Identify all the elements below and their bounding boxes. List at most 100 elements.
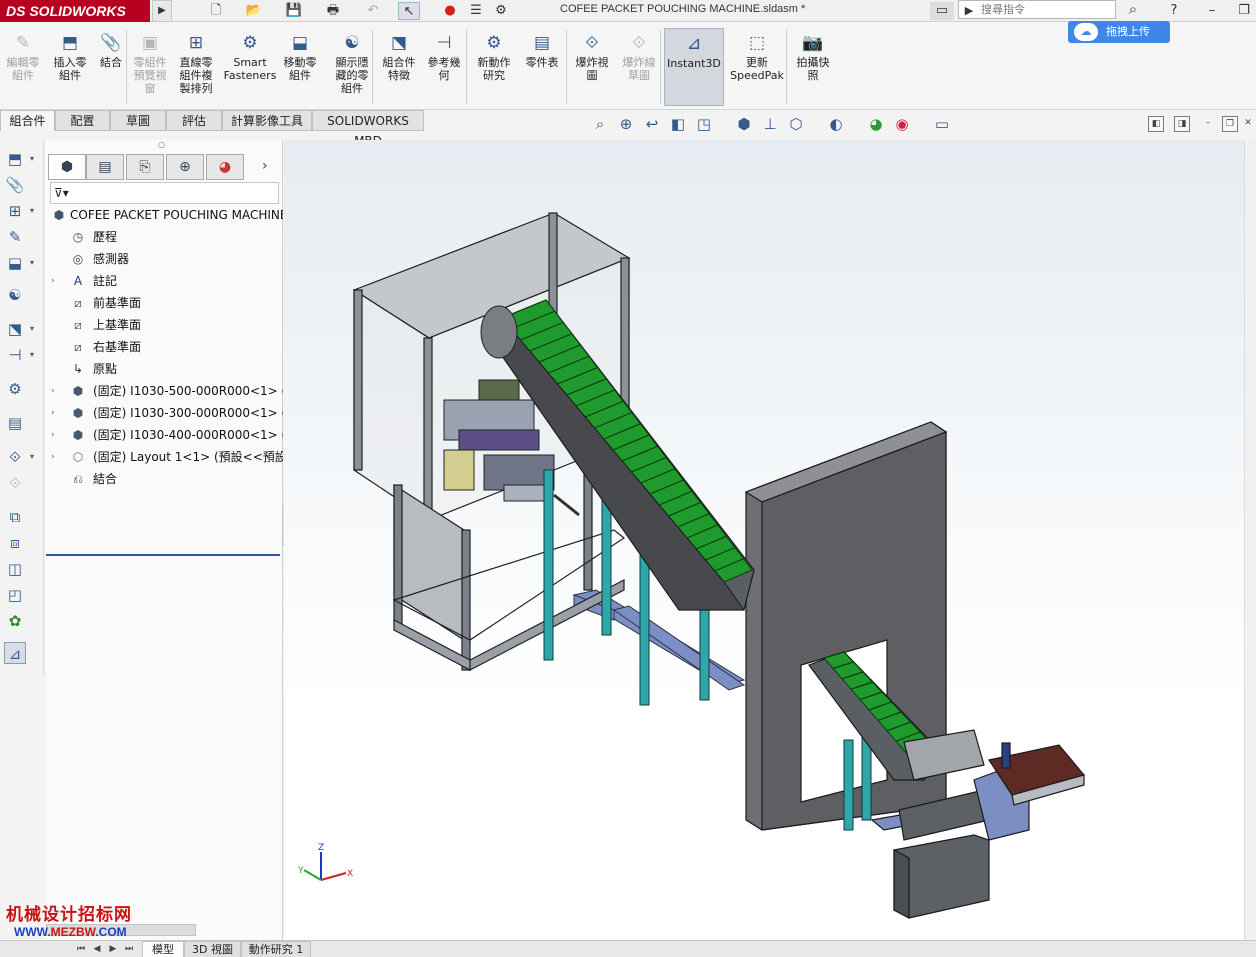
ribbon-button-4[interactable]: ⊞ 直線零 組件複 製排列 [172, 32, 220, 95]
measure-icon[interactable]: ◰ [4, 584, 26, 606]
first-tab-icon[interactable]: ⏮ [74, 942, 88, 956]
new-document-icon[interactable]: 🗋 [205, 2, 227, 20]
command-tab-1[interactable]: 配置 [55, 110, 110, 131]
edit-appearance-icon[interactable]: ◐ [826, 114, 846, 134]
expand-arrow-icon[interactable]: › [51, 446, 61, 468]
help-icon[interactable]: ? [1166, 2, 1182, 20]
ribbon-button-15[interactable]: ⬚ 更新 SpeedPak [728, 32, 786, 82]
bottom-tab-2[interactable]: 動作研究 1 [241, 941, 311, 957]
zoom-to-area-icon[interactable]: ⊕ [616, 114, 636, 134]
expand-arrow-icon[interactable]: › [51, 380, 61, 402]
dimxpert-tab-icon[interactable]: ⊕ [166, 154, 204, 180]
prev-tab-icon[interactable]: ◀ [90, 942, 104, 956]
reference-geometry-icon[interactable]: ⊣ [4, 344, 26, 366]
ribbon-button-2[interactable]: 📎 結合 [95, 32, 127, 69]
tile-right-icon[interactable]: ◨ [1174, 116, 1190, 132]
rebuild-icon[interactable]: ● [441, 2, 459, 20]
display-style-icon[interactable]: ⊥ [760, 114, 780, 134]
next-tab-icon[interactable]: ▶ [106, 942, 120, 956]
search-commands-input[interactable]: 搜尋指令 [958, 0, 1116, 19]
view-settings-icon[interactable]: ◉ [892, 114, 912, 134]
minimize-icon[interactable]: – [1204, 2, 1220, 20]
tree-node[interactable]: ⧄ 前基準面 [46, 292, 283, 314]
exploded-view-icon[interactable]: ⟐ [4, 446, 26, 468]
solidworks-logo[interactable]: DS SOLIDWORKS [0, 0, 150, 22]
tree-node[interactable]: › ⬢ (固定) I1030-400-000R000<1> (預 [46, 424, 283, 446]
tree-node[interactable]: › ⬢ (固定) I1030-300-000R000<1> (預 [46, 402, 283, 424]
bottom-tab-0[interactable]: 模型 [142, 941, 184, 957]
ribbon-button-6[interactable]: ⬓ 移動零 組件 [278, 32, 322, 82]
expand-arrow-icon[interactable]: › [51, 402, 61, 424]
insert-component-icon[interactable]: ⬒ [4, 148, 26, 170]
instant3d-icon[interactable]: ⊿ [4, 642, 26, 664]
configurationmanager-tab-icon[interactable]: ⎘ [126, 154, 164, 180]
show-hidden-icon[interactable]: ☯ [4, 284, 26, 306]
expand-arrow-icon[interactable]: › [51, 424, 61, 446]
ribbon-button-12[interactable]: ⟐ 爆炸視 圖 [570, 32, 614, 82]
graphics-vertical-scrollbar[interactable] [1244, 140, 1256, 940]
ribbon-button-7[interactable]: ☯ 顯示隱 藏的零 組件 [328, 32, 376, 95]
rollback-bar[interactable] [46, 554, 280, 556]
menu-expand-icon[interactable]: ▶ [152, 0, 172, 22]
assembly-features-icon[interactable]: ⬔ [4, 318, 26, 340]
tabs-more-icon[interactable]: › [262, 158, 268, 174]
select-cursor-icon[interactable]: ↖ [398, 2, 420, 20]
interference-icon[interactable]: ⧉ [4, 506, 26, 528]
tree-filter-field[interactable]: ⊽▾ [50, 182, 279, 204]
tree-node[interactable]: › A 註記 [46, 270, 283, 292]
command-tab-5[interactable]: SOLIDWORKS MBD [312, 110, 424, 148]
ribbon-button-1[interactable]: ⬒ 插入零 組件 [50, 32, 90, 82]
view-orientation-icon[interactable]: ⬢ [734, 114, 754, 134]
ribbon-button-16[interactable]: 📷 拍攝快 照 [790, 32, 836, 82]
command-tab-3[interactable]: 評估 [166, 110, 222, 131]
expand-arrow-icon[interactable]: › [51, 270, 61, 292]
mate-icon[interactable]: 📎 [4, 174, 26, 196]
restore-window-icon[interactable]: ❐ [1236, 2, 1252, 20]
propertymanager-tab-icon[interactable]: ▤ [86, 154, 124, 180]
dynamic-annotation-icon[interactable]: ◳ [694, 114, 714, 134]
upload-button[interactable]: ☁ 拖拽上传 [1068, 21, 1170, 43]
window-arrange-icon[interactable]: ▭ [930, 2, 954, 20]
tree-node[interactable]: ⎌ 結合 [46, 468, 283, 490]
ribbon-button-11[interactable]: ▤ 零件表 [520, 32, 564, 69]
open-icon[interactable]: 📂 [243, 2, 265, 20]
tree-node[interactable]: ↳ 原點 [46, 358, 283, 380]
ribbon-instant3d-button[interactable]: ⊿ Instant3D [664, 28, 724, 106]
save-icon[interactable]: 💾 [283, 2, 305, 20]
linear-pattern-icon[interactable]: ⊞ [4, 200, 26, 222]
zoom-to-fit-icon[interactable]: ⌕ [590, 114, 610, 134]
bom-icon[interactable]: ▤ [4, 412, 26, 434]
panel-grip-icon[interactable]: ○ [158, 140, 165, 149]
featuremanager-tab-icon[interactable]: ⬢ [48, 154, 86, 180]
tree-node[interactable]: ⧄ 右基準面 [46, 336, 283, 358]
move-component-icon[interactable]: ⬓ [4, 252, 26, 274]
doc-minimize-icon[interactable]: – [1200, 116, 1216, 132]
command-tab-0[interactable]: 組合件 [0, 110, 55, 131]
doc-restore-icon[interactable]: ❐ [1222, 116, 1238, 132]
ribbon-button-5[interactable]: ⚙ Smart Fasteners [222, 32, 278, 82]
undo-icon[interactable]: ↶ [362, 2, 384, 20]
doc-close-icon[interactable]: ✕ [1240, 116, 1256, 132]
apply-scene-icon[interactable]: ◕ [866, 114, 886, 134]
previous-view-icon[interactable]: ↩ [642, 114, 662, 134]
command-tab-2[interactable]: 草圖 [110, 110, 166, 131]
tree-root[interactable]: ⬢ COFEE PACKET POUCHING MACHINE [46, 204, 283, 226]
options-gear-icon[interactable]: ⚙ [490, 2, 512, 20]
search-icon[interactable]: ⌕ [1122, 0, 1144, 20]
command-tab-4[interactable]: 計算影像工具 [222, 110, 312, 131]
file-properties-icon[interactable]: ☰ [466, 2, 486, 20]
hide-show-items-icon[interactable]: ⬡ [786, 114, 806, 134]
last-tab-icon[interactable]: ⏭ [122, 942, 136, 956]
tree-node[interactable]: › ⬢ (固定) I1030-500-000R000<1> (預 [46, 380, 283, 402]
tree-node[interactable]: ◷ 歷程 [46, 226, 283, 248]
tile-left-icon[interactable]: ◧ [1148, 116, 1164, 132]
tree-node[interactable]: ◎ 感測器 [46, 248, 283, 270]
tree-node[interactable]: › ⬡ (固定) Layout 1<1> (預設<<預設> [46, 446, 283, 468]
edit-component-icon[interactable]: ✎ [4, 226, 26, 248]
displaymanager-tab-icon[interactable]: ◕ [206, 154, 244, 180]
mass-properties-icon[interactable]: ✿ [4, 610, 26, 632]
section-view-icon[interactable]: ◧ [668, 114, 688, 134]
motion-study-icon[interactable]: ⚙ [4, 378, 26, 400]
bottom-tab-1[interactable]: 3D 視圖 [184, 941, 241, 957]
display-pane-icon[interactable]: ▭ [932, 114, 952, 134]
